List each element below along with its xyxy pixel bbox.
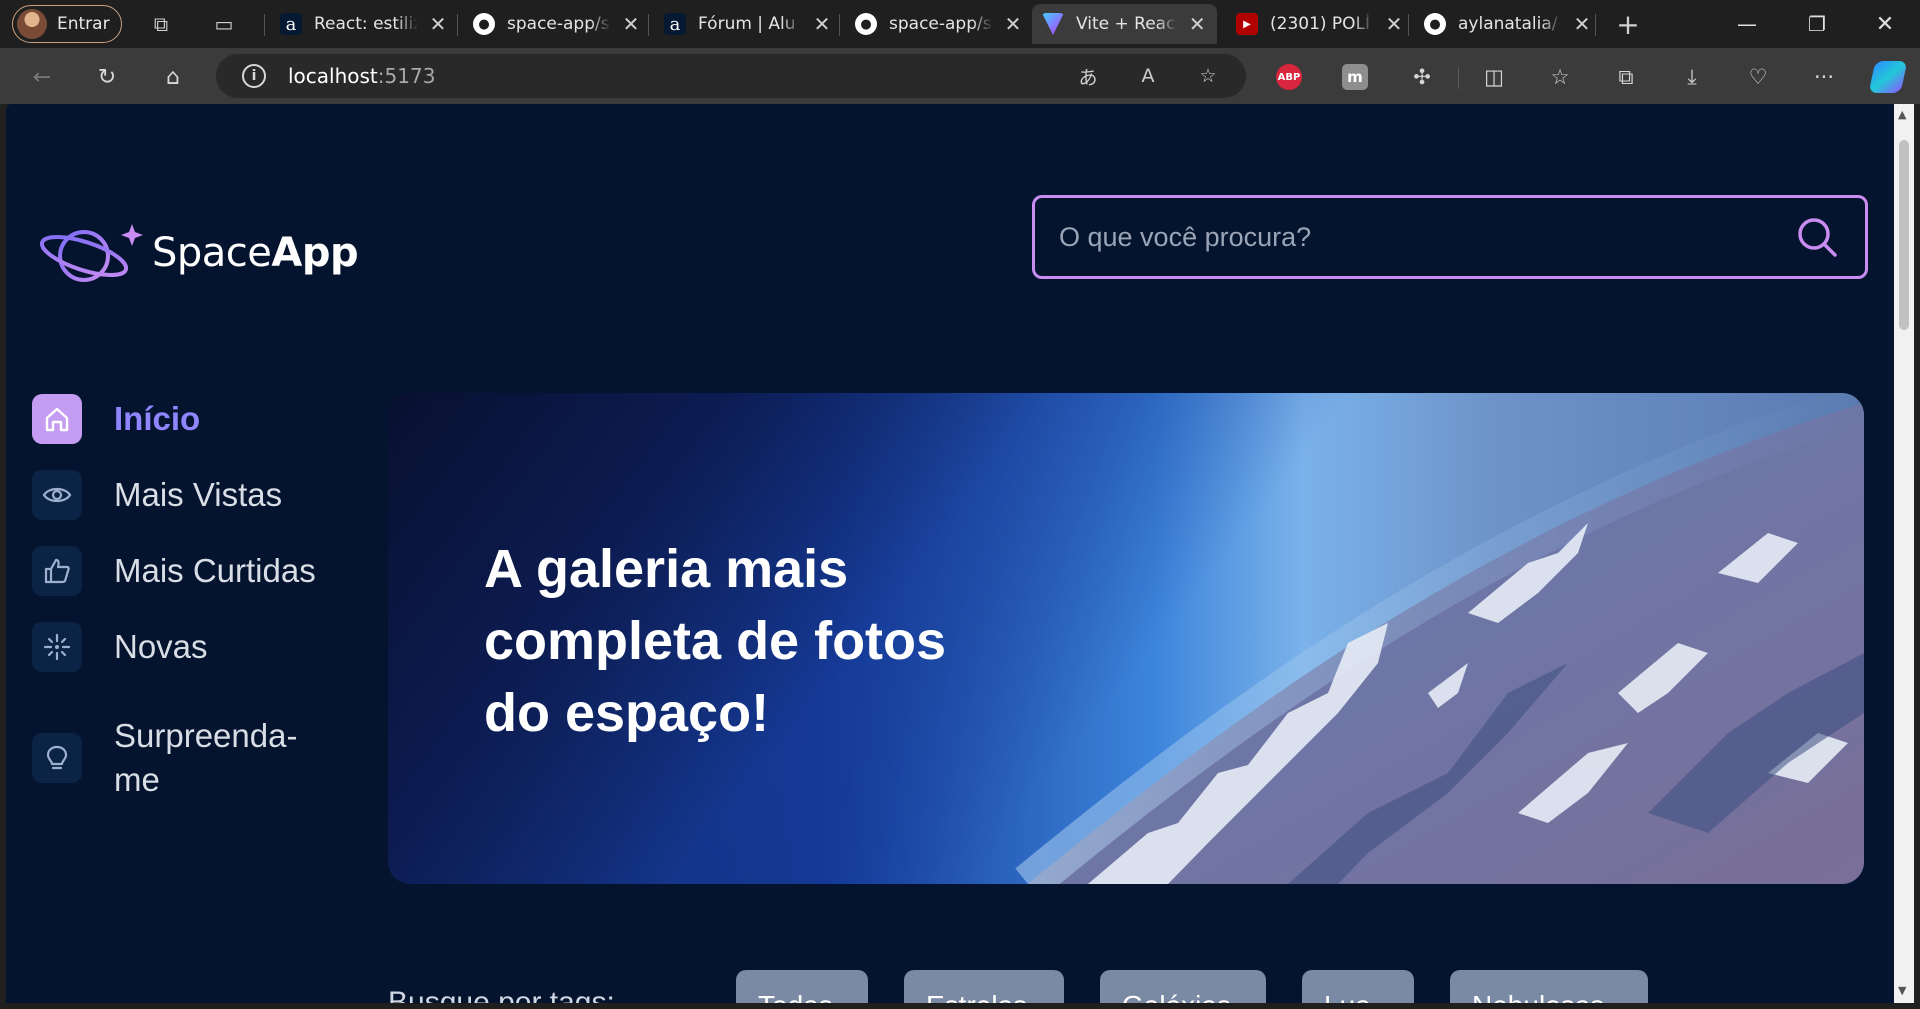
alura-icon: a — [664, 13, 686, 35]
collections-icon[interactable]: ⧉ — [1610, 61, 1642, 93]
tag-galaxias[interactable]: Galáxias — [1100, 970, 1266, 1003]
alura-icon: a — [280, 13, 302, 35]
sidebar-item-mais-curtidas[interactable]: Mais Curtidas — [32, 546, 316, 596]
browser-tab[interactable]: ▶ (2301) POLÍ ✕ — [1226, 4, 1414, 44]
search-box[interactable] — [1032, 195, 1868, 279]
github-icon: ● — [855, 13, 877, 35]
reload-icon[interactable]: ↻ — [90, 60, 124, 94]
profile-button[interactable]: Entrar — [12, 5, 122, 43]
favorites-icon[interactable]: ☆ — [1544, 61, 1576, 93]
tag-estrelas[interactable]: Estrelas — [904, 970, 1064, 1003]
tab-title: Fórum | Alu — [698, 14, 796, 34]
read-aloud-icon[interactable]: A — [1134, 62, 1162, 90]
browser-tab[interactable]: ● space-app/s ✕ — [463, 4, 651, 44]
minimize-icon[interactable]: — — [1717, 6, 1777, 42]
sidebar-item-label: Surpreenda-me — [114, 717, 298, 798]
planet-logo-icon — [39, 224, 143, 282]
new-tab-icon[interactable]: + — [1614, 8, 1642, 41]
workspaces-icon[interactable]: ⧉ — [147, 10, 175, 38]
browser-tab[interactable]: a React: estiliz ✕ — [270, 4, 458, 44]
copilot-icon[interactable] — [1868, 61, 1908, 93]
search-icon[interactable] — [1795, 215, 1839, 259]
close-tab-icon[interactable]: ✕ — [428, 12, 448, 36]
page-viewport: SpaceApp Início Mais Vistas Mais Curtida… — [6, 104, 1894, 1003]
thumbs-up-icon — [32, 546, 82, 596]
tag-lua[interactable]: Lua — [1302, 970, 1414, 1003]
sparkle-icon — [32, 622, 82, 672]
tag-nebulosas[interactable]: Nebulosas — [1450, 970, 1648, 1003]
scroll-up-icon[interactable]: ▲ — [1898, 108, 1906, 121]
github-icon: ● — [1424, 13, 1446, 35]
sidebar-item-label: Mais Curtidas — [114, 552, 316, 589]
scroll-down-icon[interactable]: ▼ — [1898, 984, 1906, 997]
eye-icon — [32, 470, 82, 520]
close-tab-icon[interactable]: ✕ — [1572, 12, 1592, 36]
page-scrollbar[interactable]: ▲ ▼ — [1894, 104, 1914, 1003]
browser-essentials-icon[interactable]: ♡ — [1742, 61, 1774, 93]
tab-title: React: estiliz — [314, 14, 418, 34]
close-tab-icon[interactable]: ✕ — [1003, 12, 1023, 36]
sidebar-item-inicio[interactable]: Início — [32, 394, 200, 444]
extensions-icon[interactable]: ✣ — [1406, 61, 1438, 93]
sidebar-item-label: Início — [114, 400, 201, 437]
browser-tab[interactable]: a Fórum | Alu ✕ — [654, 4, 842, 44]
split-screen-icon[interactable]: ◫ — [1478, 61, 1510, 93]
sidebar-item-mais-vistas[interactable]: Mais Vistas — [32, 470, 282, 520]
address-bar[interactable]: i localhost:5173 あ A ☆ — [216, 54, 1246, 98]
home-icon — [32, 394, 82, 444]
adblock-plus-icon[interactable]: ABP — [1276, 64, 1302, 90]
tab-actions-icon[interactable]: ▭ — [210, 10, 238, 38]
tag-todas[interactable]: Todas — [736, 970, 868, 1003]
browser-toolbar: ← ↻ ⌂ i localhost:5173 あ A ☆ ABP m ✣ ◫ ☆… — [0, 48, 1920, 104]
tab-title: Vite + Reac — [1076, 14, 1176, 34]
browser-tab[interactable]: ● space-app/s ✕ — [845, 4, 1033, 44]
browser-tab-active[interactable]: Vite + Reac ✕ — [1032, 4, 1217, 44]
vite-icon — [1042, 13, 1064, 35]
home-icon[interactable]: ⌂ — [156, 60, 190, 94]
url-text: localhost:5173 — [288, 64, 436, 88]
profile-label: Entrar — [57, 14, 110, 34]
banner-headline: A galeria mais completa de fotos do espa… — [484, 539, 947, 743]
tags-label: Busque por tags: — [388, 986, 615, 1003]
extension-m-icon[interactable]: m — [1342, 64, 1368, 90]
lightbulb-icon — [32, 733, 82, 783]
spaceapp-logo[interactable]: SpaceApp — [38, 216, 359, 290]
tab-title: aylanatalia/ — [1458, 14, 1558, 34]
close-window-icon[interactable]: ✕ — [1855, 6, 1915, 42]
sidebar-item-label: Novas — [114, 628, 208, 665]
browser-tab[interactable]: ● aylanatalia/ ✕ — [1414, 4, 1602, 44]
back-icon[interactable]: ← — [25, 60, 59, 94]
brand-name: SpaceApp — [152, 230, 359, 276]
close-tab-icon[interactable]: ✕ — [1187, 12, 1207, 36]
youtube-icon: ▶ — [1236, 13, 1258, 35]
favorite-star-icon[interactable]: ☆ — [1194, 62, 1222, 90]
translate-icon[interactable]: あ — [1074, 62, 1102, 90]
site-info-icon[interactable]: i — [242, 64, 266, 88]
sidebar-item-surpreenda-me[interactable]: Surpreenda-me — [32, 714, 324, 802]
profile-avatar — [17, 9, 47, 39]
close-tab-icon[interactable]: ✕ — [812, 12, 832, 36]
github-icon: ● — [473, 13, 495, 35]
search-input[interactable] — [1059, 221, 1795, 253]
sidebar-item-novas[interactable]: Novas — [32, 622, 208, 672]
hero-banner: A galeria mais completa de fotos do espa… — [388, 393, 1864, 884]
tab-title: space-app/s — [889, 14, 992, 34]
downloads-icon[interactable]: ⤓ — [1676, 61, 1708, 93]
more-menu-icon[interactable]: ··· — [1808, 61, 1840, 93]
close-tab-icon[interactable]: ✕ — [1384, 12, 1404, 36]
scroll-thumb[interactable] — [1899, 140, 1909, 330]
sidebar-item-label: Mais Vistas — [114, 476, 283, 513]
tab-title: space-app/s — [507, 14, 610, 34]
tab-title: (2301) POLÍ — [1270, 14, 1371, 34]
browser-tab-strip: Entrar ⧉ ▭ a React: estiliz ✕ ● space-ap… — [0, 0, 1920, 48]
restore-icon[interactable]: ❐ — [1787, 6, 1847, 42]
close-tab-icon[interactable]: ✕ — [621, 12, 641, 36]
